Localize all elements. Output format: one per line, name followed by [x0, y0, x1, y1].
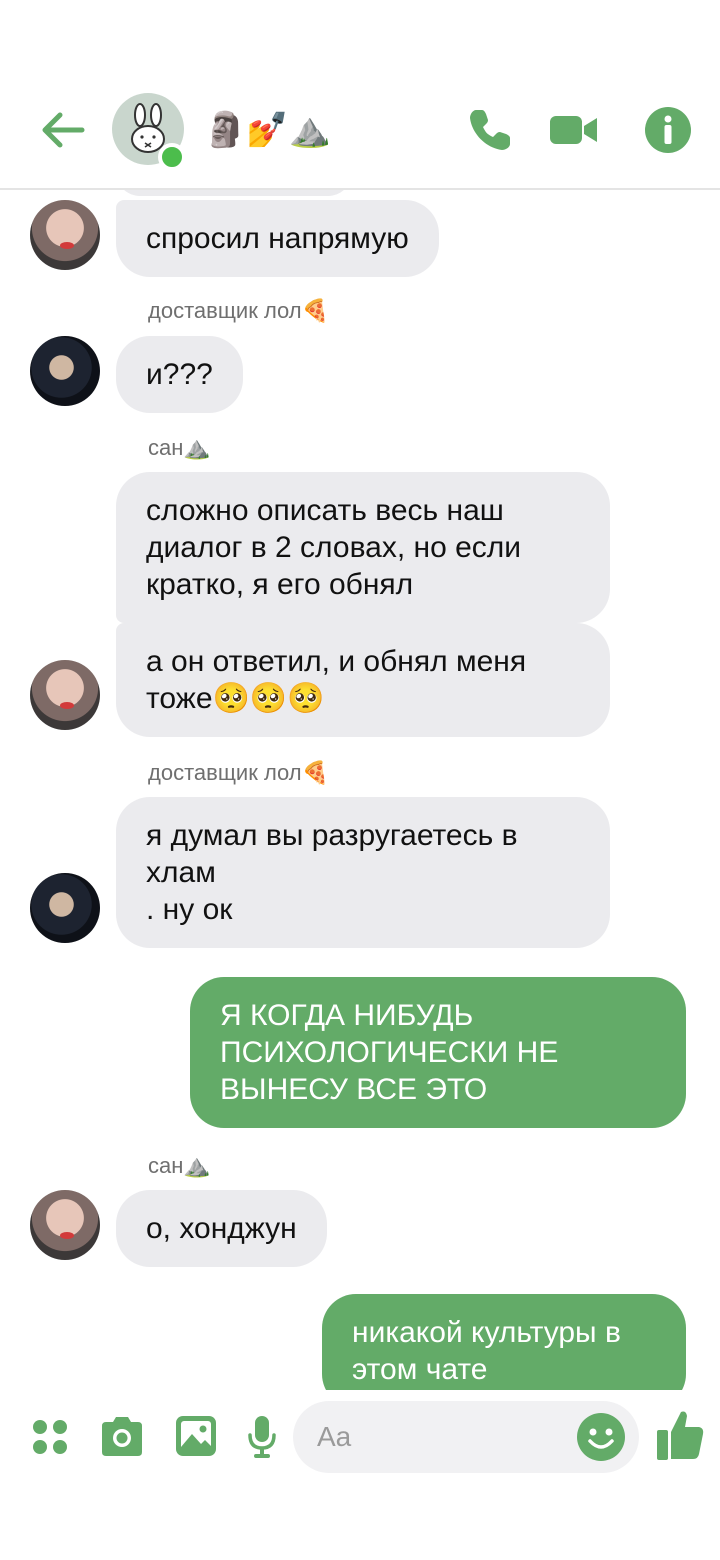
image-icon[interactable]: [174, 1414, 218, 1458]
phone-icon[interactable]: [464, 104, 516, 156]
info-icon[interactable]: [642, 104, 694, 156]
message-bubble-outgoing[interactable]: Я КОГДА НИБУДЬ ПСИХОЛОГИЧЕСКИ НЕ ВЫНЕСУ …: [190, 977, 686, 1128]
message-bubble-incoming[interactable]: а он ответил, и обнял меня тоже🥺🥺🥺: [116, 623, 610, 737]
online-status-dot: [158, 143, 186, 171]
message-bubble-incoming[interactable]: и???: [116, 336, 243, 413]
message-bubble-outgoing[interactable]: никакой культуры в этом чате: [322, 1294, 686, 1390]
message-input[interactable]: [293, 1401, 639, 1473]
message-bubble-incoming[interactable]: спросил напрямую: [116, 200, 439, 277]
chat-title[interactable]: 🗿💅⛰️: [204, 108, 331, 152]
contact-avatar[interactable]: [30, 200, 100, 270]
back-arrow-icon[interactable]: [38, 105, 88, 155]
sender-name: доставщик лол🍕: [148, 760, 330, 785]
sender-name: сан⛰️: [148, 1153, 211, 1178]
sender-name: сан⛰️: [148, 435, 211, 460]
thumbs-up-icon[interactable]: [655, 1408, 705, 1462]
message-text-field[interactable]: [317, 1417, 567, 1457]
apps-grid-icon[interactable]: [30, 1417, 70, 1457]
message-list[interactable]: спросил напрямую доставщик лол🍕 и??? сан…: [0, 190, 720, 1390]
contact-avatar[interactable]: [30, 660, 100, 730]
message-bubble-partial: [116, 190, 352, 196]
sender-name: доставщик лол🍕: [148, 298, 330, 323]
emoji-icon[interactable]: [575, 1411, 627, 1463]
contact-avatar[interactable]: [30, 336, 100, 406]
message-bubble-incoming[interactable]: сложно описать весь наш диалог в 2 слова…: [116, 472, 610, 623]
contact-avatar[interactable]: [30, 873, 100, 943]
chat-header: 🗿💅⛰️: [0, 0, 720, 190]
message-bubble-incoming[interactable]: о, хонджун: [116, 1190, 327, 1267]
message-bubble-incoming[interactable]: я думал вы разругаетесь в хлам . ну ок: [116, 797, 610, 948]
video-camera-icon[interactable]: [547, 104, 599, 156]
camera-icon[interactable]: [98, 1414, 146, 1458]
microphone-icon[interactable]: [247, 1414, 277, 1460]
contact-avatar[interactable]: [30, 1190, 100, 1260]
